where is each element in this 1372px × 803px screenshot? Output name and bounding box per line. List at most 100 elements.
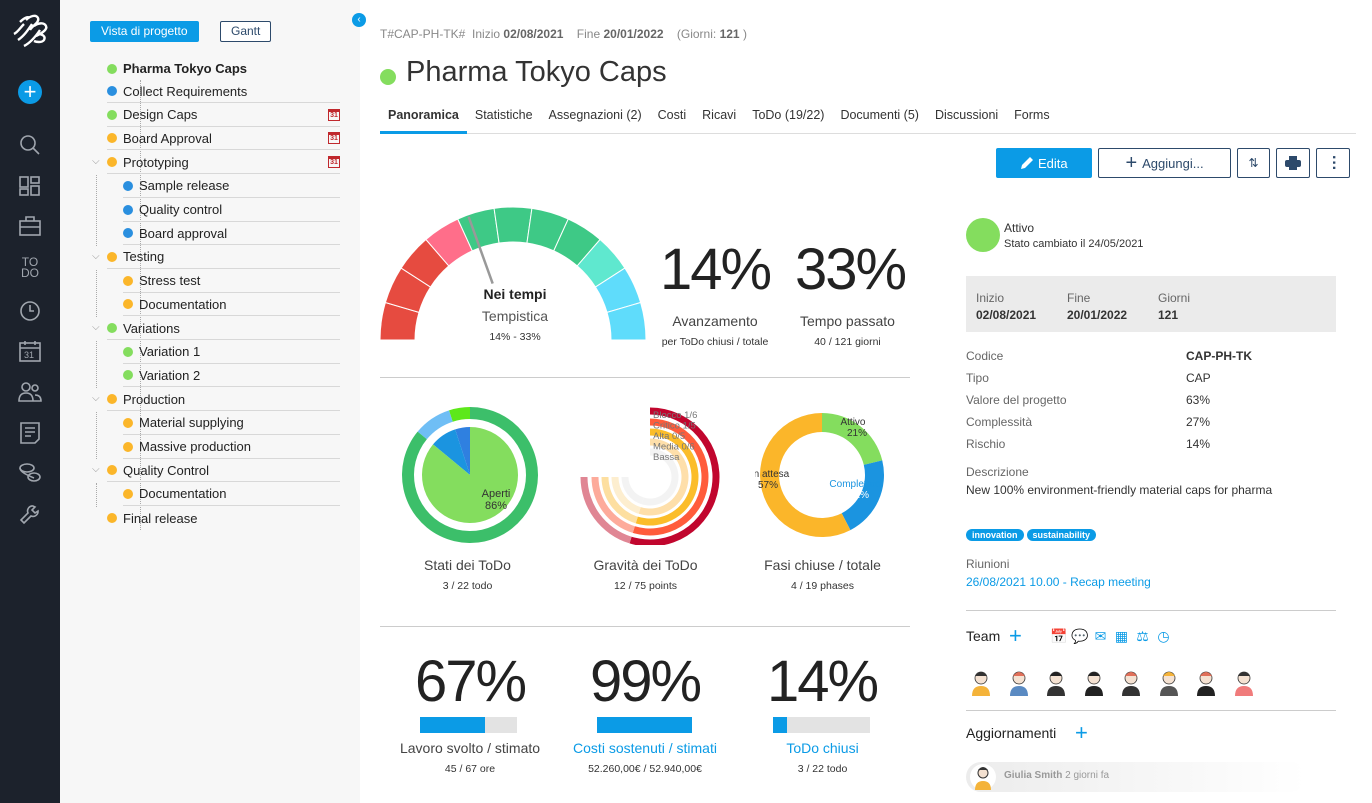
print-button[interactable] — [1276, 148, 1310, 178]
tab[interactable]: Assegnazioni (2) — [541, 100, 650, 134]
tag[interactable]: innovation — [966, 529, 1024, 541]
tree-item[interactable]: Board approval — [123, 222, 340, 246]
chat-icon[interactable]: 💬 — [1071, 628, 1088, 645]
team-avatar[interactable] — [1158, 668, 1180, 696]
document-icon[interactable] — [0, 422, 60, 444]
tab[interactable]: Documenti (5) — [832, 100, 927, 134]
clock-icon[interactable]: ◷ — [1155, 628, 1172, 645]
gauge-segment — [493, 206, 533, 244]
clock-icon[interactable] — [0, 300, 60, 322]
gantt-button[interactable]: Gantt — [220, 21, 272, 42]
tree-item[interactable]: Testing — [107, 246, 340, 269]
tab[interactable]: Ricavi — [694, 100, 744, 134]
calendar-icon[interactable]: 31 — [0, 340, 60, 362]
tree-item[interactable]: Prototyping 31 — [107, 151, 340, 175]
people-icon[interactable] — [0, 382, 60, 402]
phase-label: In attesa — [755, 469, 790, 480]
chevron-down-icon[interactable]: ⌵ — [92, 393, 100, 404]
sort-icon: ⇅ — [1248, 156, 1259, 170]
chevron-down-icon[interactable]: ⌵ — [92, 251, 100, 262]
team-avatar[interactable] — [970, 668, 992, 696]
tree-item[interactable]: Variations — [107, 317, 340, 340]
collapse-panel-button[interactable]: ‹ — [352, 13, 366, 27]
tab-bar: Panoramica Statistiche Assegnazioni (2) Cos… — [380, 100, 1356, 134]
tree-item[interactable]: Stress test — [123, 270, 340, 293]
tree-item[interactable]: Collect Requirements — [107, 80, 340, 103]
calendar-icon[interactable]: 31 — [328, 132, 340, 145]
briefcase-icon[interactable] — [0, 216, 60, 236]
tree-item[interactable]: Quality control — [123, 199, 340, 222]
chevron-down-icon[interactable]: ⌵ — [92, 322, 100, 333]
meeting-link[interactable]: 26/08/2021 10.00 - Recap meeting — [966, 575, 1151, 589]
coins-icon[interactable] — [0, 462, 60, 484]
tree-item[interactable]: Design Caps 31 — [107, 104, 340, 127]
team-avatar[interactable] — [1008, 668, 1030, 696]
tree-item[interactable]: Material supplying — [123, 412, 340, 435]
tree-item[interactable]: Board Approval 31 — [107, 127, 340, 151]
project-view-button[interactable]: Vista di progetto — [90, 21, 199, 42]
calendar-icon[interactable]: 📅 — [1050, 628, 1067, 645]
calendar-icon[interactable]: 31 — [328, 108, 340, 121]
team-label: Team — [966, 628, 1001, 644]
add-icon[interactable]: + — [0, 80, 60, 104]
logo-hand-icon[interactable] — [0, 10, 60, 52]
tree-item[interactable]: Final release — [107, 507, 340, 530]
costs-link[interactable]: Costi sostenuti / stimati — [560, 740, 730, 756]
todos-link[interactable]: ToDo chiusi — [740, 740, 905, 756]
tree-item[interactable]: Quality Control — [107, 459, 340, 483]
dashboard-icon[interactable] — [0, 176, 60, 196]
tree-item[interactable]: Variation 1 — [123, 341, 340, 364]
divider — [380, 377, 910, 378]
wrench-icon[interactable] — [0, 504, 60, 526]
gauge-status: Nei tempi — [483, 286, 547, 302]
chevron-down-icon[interactable]: ⌵ — [92, 464, 100, 475]
add-update-button[interactable]: + — [1075, 720, 1088, 746]
team-avatar[interactable] — [1195, 668, 1217, 696]
status-dot — [107, 465, 117, 476]
gauge-label: Tempistica — [481, 308, 549, 324]
chart1-sub: 3 / 22 todo — [442, 580, 493, 592]
sort-button[interactable]: ⇅ — [1237, 148, 1270, 178]
tree-guide — [96, 269, 97, 318]
severity-legend: Bassa — [653, 452, 680, 463]
dates-start: 02/08/2021 — [976, 308, 1037, 322]
phase-value: 21% — [849, 490, 869, 501]
tree-item[interactable]: Production — [107, 388, 340, 412]
chart3-sub: 4 / 19 phases — [790, 580, 855, 592]
update-item[interactable]: Giulia Smith 2 giorni fa — [966, 762, 1306, 792]
team-avatar[interactable] — [1233, 668, 1255, 696]
mail-icon[interactable]: ✉ — [1092, 628, 1109, 645]
tree-item[interactable]: Variation 2 — [123, 364, 340, 388]
add-button[interactable]: + Aggiungi... — [1098, 148, 1231, 178]
add-team-button[interactable]: + — [1009, 623, 1022, 649]
tag[interactable]: sustainability — [1026, 529, 1097, 541]
tab[interactable]: Forms — [1006, 100, 1057, 134]
status-dot — [107, 323, 117, 333]
tree-item[interactable]: Documentation — [123, 483, 340, 506]
search-icon[interactable] — [0, 134, 60, 156]
tree-guide — [96, 175, 97, 247]
tab[interactable]: Discussioni — [927, 100, 1006, 134]
costs-progress-bar — [597, 717, 693, 733]
tree-item[interactable]: Sample release — [123, 175, 340, 198]
chevron-down-icon[interactable]: ⌵ — [136, 62, 144, 73]
phases-chart: Attivo21%Completato21%In attesa57% — [755, 413, 884, 537]
more-button[interactable]: ··· — [1316, 148, 1350, 178]
chevron-down-icon[interactable]: ⌵ — [92, 156, 100, 167]
costs-progress-fill — [597, 717, 693, 733]
tree-item[interactable]: Massive production — [123, 436, 340, 459]
tab[interactable]: ToDo (19/22) — [744, 100, 832, 134]
tab[interactable]: Costi — [650, 100, 694, 134]
edit-button[interactable]: Edita — [996, 148, 1092, 178]
tree-item[interactable]: Documentation — [123, 293, 340, 317]
table-icon[interactable]: ▦ — [1113, 628, 1130, 645]
tab[interactable]: Statistiche — [467, 100, 541, 134]
field-value: 27% — [1186, 415, 1211, 429]
balance-icon[interactable]: ⚖ — [1134, 628, 1151, 645]
tab[interactable]: Panoramica — [380, 100, 467, 134]
todo-icon[interactable]: TO DO — [0, 256, 60, 279]
team-avatar[interactable] — [1045, 668, 1067, 696]
team-avatar[interactable] — [1083, 668, 1105, 696]
team-avatar[interactable] — [1120, 668, 1142, 696]
calendar-icon[interactable]: 31 — [328, 156, 340, 169]
